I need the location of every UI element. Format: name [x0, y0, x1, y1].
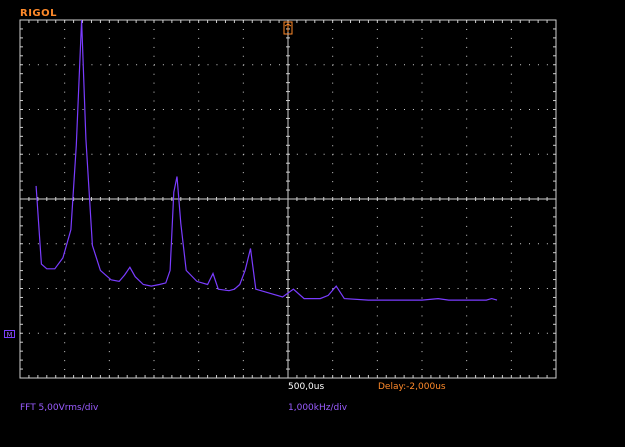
fft-horizontal-scale: 1,000kHz/div	[288, 403, 348, 413]
brand-logo: RIGOL	[20, 8, 58, 19]
delay-readout: Delay:-2,000us	[378, 382, 446, 392]
timebase-readout: 500,0us	[288, 382, 325, 392]
fft-trace	[35, 19, 498, 301]
fft-vertical-scale: FFT 5,00Vrms/div	[20, 403, 99, 413]
graticule	[19, 19, 557, 379]
channel-reference-marker: M	[4, 330, 15, 339]
oscilloscope-screen	[19, 19, 557, 379]
